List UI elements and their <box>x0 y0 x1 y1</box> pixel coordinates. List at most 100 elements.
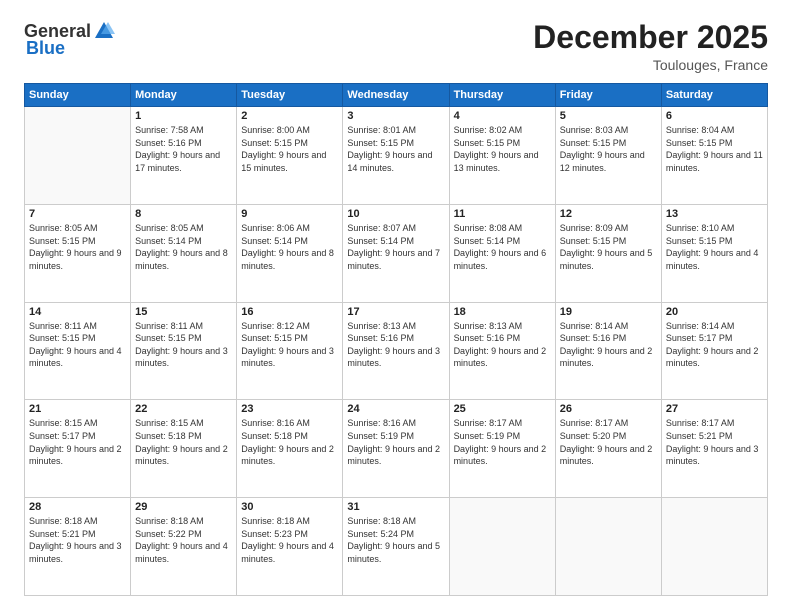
logo: General Blue <box>24 20 115 59</box>
day-number: 29 <box>135 501 232 513</box>
day-number: 4 <box>454 110 551 122</box>
day-number: 1 <box>135 110 232 122</box>
day-number: 18 <box>454 306 551 318</box>
day-number: 15 <box>135 306 232 318</box>
col-thursday: Thursday <box>449 84 555 107</box>
table-row: 28 Sunrise: 8:18 AMSunset: 5:21 PMDayligh… <box>25 498 131 596</box>
day-number: 7 <box>29 208 126 220</box>
calendar-week-row: 7 Sunrise: 8:05 AMSunset: 5:15 PMDaylight… <box>25 204 768 302</box>
day-info: Sunrise: 8:08 AMSunset: 5:14 PMDaylight:… <box>454 222 551 272</box>
day-info: Sunrise: 8:11 AMSunset: 5:15 PMDaylight:… <box>29 320 126 370</box>
table-row: 15 Sunrise: 8:11 AMSunset: 5:15 PMDayligh… <box>131 302 237 400</box>
table-row: 29 Sunrise: 8:18 AMSunset: 5:22 PMDayligh… <box>131 498 237 596</box>
table-row: 12Sunrise: 8:09 AMSunset: 5:15 PMDayligh… <box>555 204 661 302</box>
day-number: 25 <box>454 403 551 415</box>
table-row: 18Sunrise: 8:13 AMSunset: 5:16 PMDayligh… <box>449 302 555 400</box>
day-info: Sunrise: 8:12 AMSunset: 5:15 PMDaylight:… <box>241 320 338 370</box>
day-number: 26 <box>560 403 657 415</box>
day-info: Sunrise: 7:58 AMSunset: 5:16 PMDaylight:… <box>135 124 232 174</box>
day-number: 30 <box>241 501 338 513</box>
day-number: 14 <box>29 306 126 318</box>
day-number: 5 <box>560 110 657 122</box>
table-row: 16 Sunrise: 8:12 AMSunset: 5:15 PMDayligh… <box>237 302 343 400</box>
col-sunday: Sunday <box>25 84 131 107</box>
day-number: 22 <box>135 403 232 415</box>
day-info: Sunrise: 8:05 AMSunset: 5:15 PMDaylight:… <box>29 222 126 272</box>
day-number: 19 <box>560 306 657 318</box>
day-info: Sunrise: 8:18 AMSunset: 5:22 PMDaylight:… <box>135 515 232 565</box>
day-info: Sunrise: 8:13 AMSunset: 5:16 PMDaylight:… <box>347 320 444 370</box>
day-number: 24 <box>347 403 444 415</box>
day-info: Sunrise: 8:06 AMSunset: 5:14 PMDaylight:… <box>241 222 338 272</box>
day-info: Sunrise: 8:02 AMSunset: 5:15 PMDaylight:… <box>454 124 551 174</box>
day-info: Sunrise: 8:18 AMSunset: 5:21 PMDaylight:… <box>29 515 126 565</box>
col-wednesday: Wednesday <box>343 84 449 107</box>
day-number: 21 <box>29 403 126 415</box>
subtitle: Toulouges, France <box>533 57 768 73</box>
table-row: 8Sunrise: 8:05 AMSunset: 5:14 PMDaylight… <box>131 204 237 302</box>
table-row: 31 Sunrise: 8:18 AMSunset: 5:24 PMDayligh… <box>343 498 449 596</box>
page: General Blue December 2025 Toulouges, Fr… <box>0 0 792 612</box>
table-row: 1 Sunrise: 7:58 AMSunset: 5:16 PMDaylight… <box>131 107 237 205</box>
day-info: Sunrise: 8:14 AMSunset: 5:16 PMDaylight:… <box>560 320 657 370</box>
table-row: 5 Sunrise: 8:03 AMSunset: 5:15 PMDaylight… <box>555 107 661 205</box>
table-row: 7 Sunrise: 8:05 AMSunset: 5:15 PMDaylight… <box>25 204 131 302</box>
table-row: 20Sunrise: 8:14 AMSunset: 5:17 PMDayligh… <box>661 302 767 400</box>
day-info: Sunrise: 8:16 AMSunset: 5:18 PMDaylight:… <box>241 417 338 467</box>
table-row: 10 Sunrise: 8:07 AMSunset: 5:14 PMDayligh… <box>343 204 449 302</box>
day-info: Sunrise: 8:15 AMSunset: 5:17 PMDaylight:… <box>29 417 126 467</box>
table-row: 6Sunrise: 8:04 AMSunset: 5:15 PMDaylight… <box>661 107 767 205</box>
day-number: 27 <box>666 403 763 415</box>
col-friday: Friday <box>555 84 661 107</box>
day-info: Sunrise: 8:10 AMSunset: 5:15 PMDaylight:… <box>666 222 763 272</box>
day-number: 17 <box>347 306 444 318</box>
table-row: 25 Sunrise: 8:17 AMSunset: 5:19 PMDayligh… <box>449 400 555 498</box>
day-number: 28 <box>29 501 126 513</box>
day-info: Sunrise: 8:07 AMSunset: 5:14 PMDaylight:… <box>347 222 444 272</box>
day-number: 16 <box>241 306 338 318</box>
table-row: 24Sunrise: 8:16 AMSunset: 5:19 PMDayligh… <box>343 400 449 498</box>
table-row <box>25 107 131 205</box>
calendar-week-row: 28 Sunrise: 8:18 AMSunset: 5:21 PMDayligh… <box>25 498 768 596</box>
month-title: December 2025 <box>533 20 768 55</box>
table-row <box>555 498 661 596</box>
day-info: Sunrise: 8:11 AMSunset: 5:15 PMDaylight:… <box>135 320 232 370</box>
table-row: 22 Sunrise: 8:15 AMSunset: 5:18 PMDayligh… <box>131 400 237 498</box>
day-info: Sunrise: 8:01 AMSunset: 5:15 PMDaylight:… <box>347 124 444 174</box>
table-row: 11 Sunrise: 8:08 AMSunset: 5:14 PMDayligh… <box>449 204 555 302</box>
title-section: December 2025 Toulouges, France <box>533 20 768 73</box>
calendar-table: Sunday Monday Tuesday Wednesday Thursday… <box>24 83 768 596</box>
day-number: 6 <box>666 110 763 122</box>
day-number: 11 <box>454 208 551 220</box>
logo-icon <box>93 20 115 42</box>
logo-blue: Blue <box>26 38 65 59</box>
day-info: Sunrise: 8:18 AMSunset: 5:24 PMDaylight:… <box>347 515 444 565</box>
table-row: 4 Sunrise: 8:02 AMSunset: 5:15 PMDaylight… <box>449 107 555 205</box>
table-row <box>661 498 767 596</box>
day-info: Sunrise: 8:03 AMSunset: 5:15 PMDaylight:… <box>560 124 657 174</box>
header: General Blue December 2025 Toulouges, Fr… <box>24 20 768 73</box>
table-row: 13Sunrise: 8:10 AMSunset: 5:15 PMDayligh… <box>661 204 767 302</box>
table-row: 9 Sunrise: 8:06 AMSunset: 5:14 PMDaylight… <box>237 204 343 302</box>
day-info: Sunrise: 8:17 AMSunset: 5:21 PMDaylight:… <box>666 417 763 467</box>
table-row: 21 Sunrise: 8:15 AMSunset: 5:17 PMDayligh… <box>25 400 131 498</box>
table-row: 2 Sunrise: 8:00 AMSunset: 5:15 PMDaylight… <box>237 107 343 205</box>
calendar-week-row: 1 Sunrise: 7:58 AMSunset: 5:16 PMDaylight… <box>25 107 768 205</box>
day-info: Sunrise: 8:17 AMSunset: 5:19 PMDaylight:… <box>454 417 551 467</box>
day-number: 9 <box>241 208 338 220</box>
day-number: 2 <box>241 110 338 122</box>
day-number: 20 <box>666 306 763 318</box>
table-row: 30Sunrise: 8:18 AMSunset: 5:23 PMDayligh… <box>237 498 343 596</box>
day-number: 31 <box>347 501 444 513</box>
day-info: Sunrise: 8:17 AMSunset: 5:20 PMDaylight:… <box>560 417 657 467</box>
day-info: Sunrise: 8:00 AMSunset: 5:15 PMDaylight:… <box>241 124 338 174</box>
day-info: Sunrise: 8:15 AMSunset: 5:18 PMDaylight:… <box>135 417 232 467</box>
day-number: 23 <box>241 403 338 415</box>
day-number: 10 <box>347 208 444 220</box>
col-monday: Monday <box>131 84 237 107</box>
calendar-header-row: Sunday Monday Tuesday Wednesday Thursday… <box>25 84 768 107</box>
day-number: 8 <box>135 208 232 220</box>
calendar-week-row: 14 Sunrise: 8:11 AMSunset: 5:15 PMDayligh… <box>25 302 768 400</box>
table-row: 26 Sunrise: 8:17 AMSunset: 5:20 PMDayligh… <box>555 400 661 498</box>
table-row <box>449 498 555 596</box>
